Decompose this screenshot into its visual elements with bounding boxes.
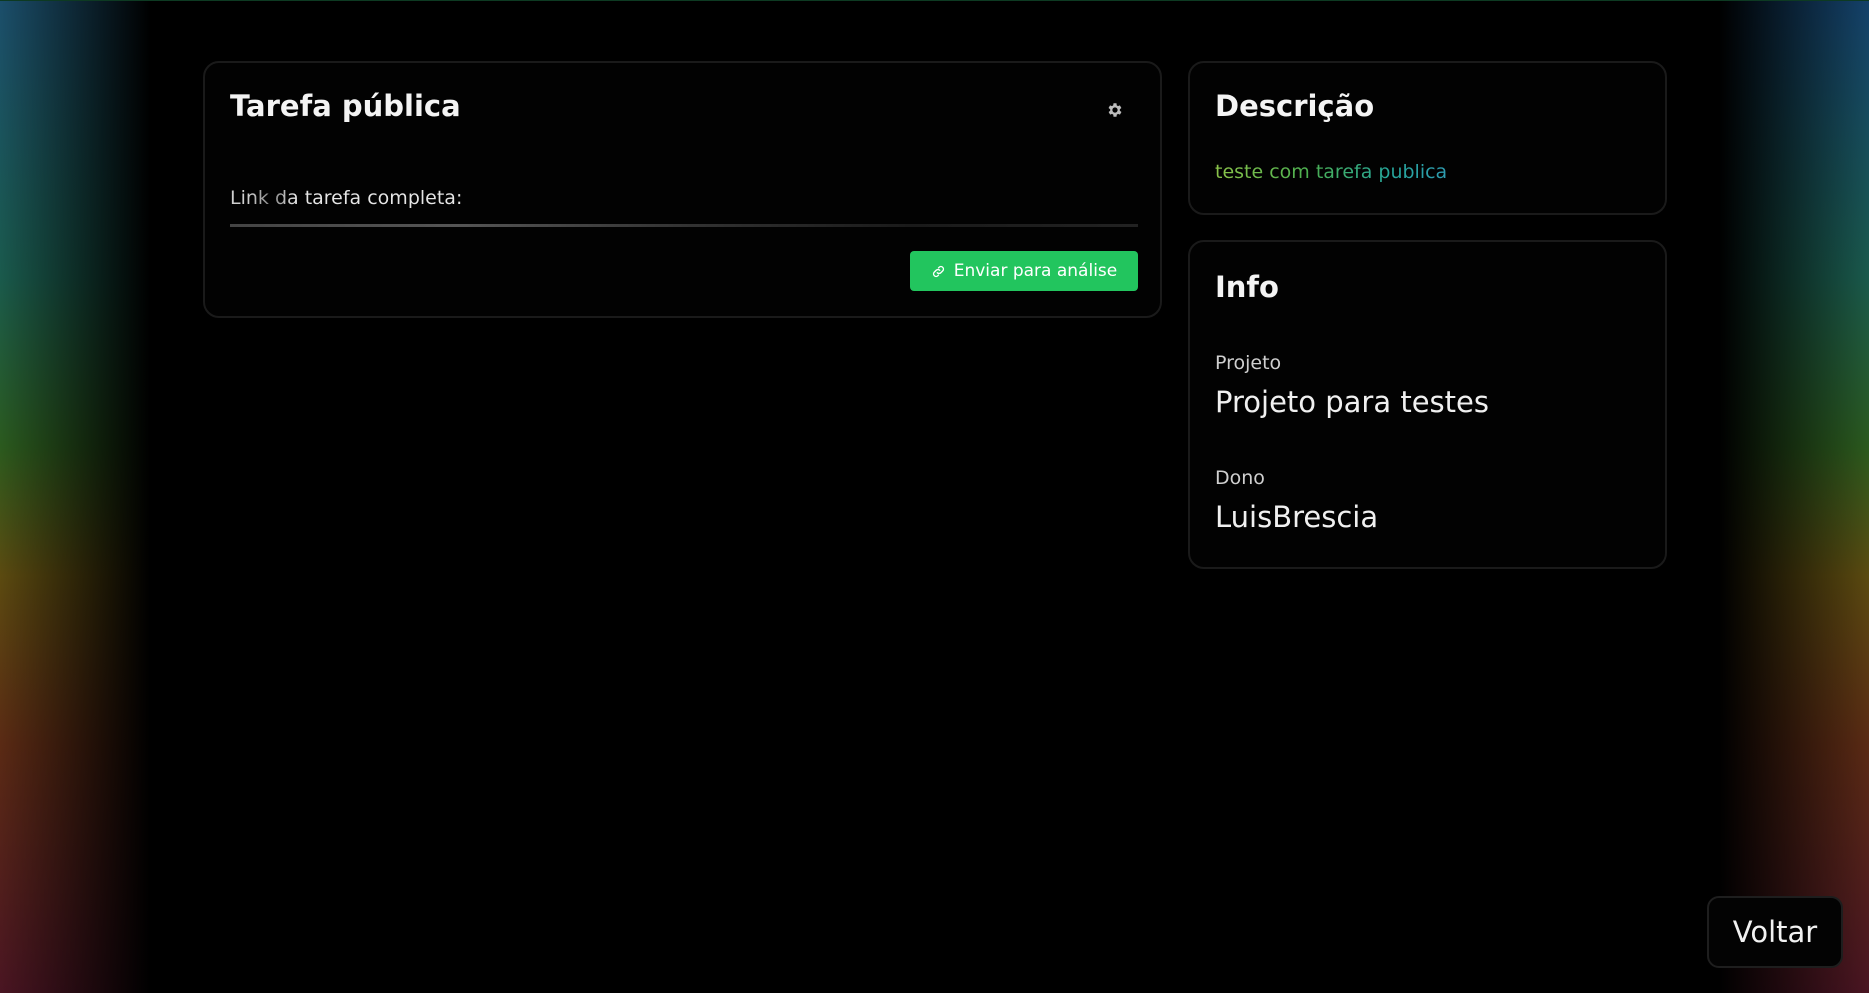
description-title: Descrição: [1215, 89, 1375, 123]
task-card: Tarefa pública Link da tarefa completa: …: [203, 61, 1162, 318]
gear-icon[interactable]: [1106, 101, 1124, 119]
submit-button-label: Enviar para análise: [953, 261, 1118, 281]
task-link-input[interactable]: [230, 224, 1138, 227]
project-label: Projeto: [1215, 352, 1282, 374]
task-link-label: Link da tarefa completa:: [230, 187, 463, 209]
info-card: Info Projeto Projeto para testes Dono Lu…: [1188, 240, 1667, 569]
info-title: Info: [1215, 270, 1279, 304]
link-icon: [932, 265, 944, 277]
owner-value: LuisBrescia: [1215, 500, 1379, 534]
right-edge-glow: [1719, 0, 1869, 993]
page: Tarefa pública Link da tarefa completa: …: [0, 0, 1869, 993]
left-edge-glow: [0, 0, 150, 993]
project-value: Projeto para testes: [1215, 385, 1489, 419]
back-button[interactable]: Voltar: [1707, 896, 1843, 968]
description-text: teste com tarefa publica: [1215, 161, 1448, 183]
description-card: Descrição teste com tarefa publica: [1188, 61, 1667, 215]
top-border-line: [0, 0, 1869, 1]
submit-for-review-button[interactable]: Enviar para análise: [910, 251, 1138, 291]
task-title: Tarefa pública: [230, 89, 461, 123]
owner-label: Dono: [1215, 467, 1265, 489]
